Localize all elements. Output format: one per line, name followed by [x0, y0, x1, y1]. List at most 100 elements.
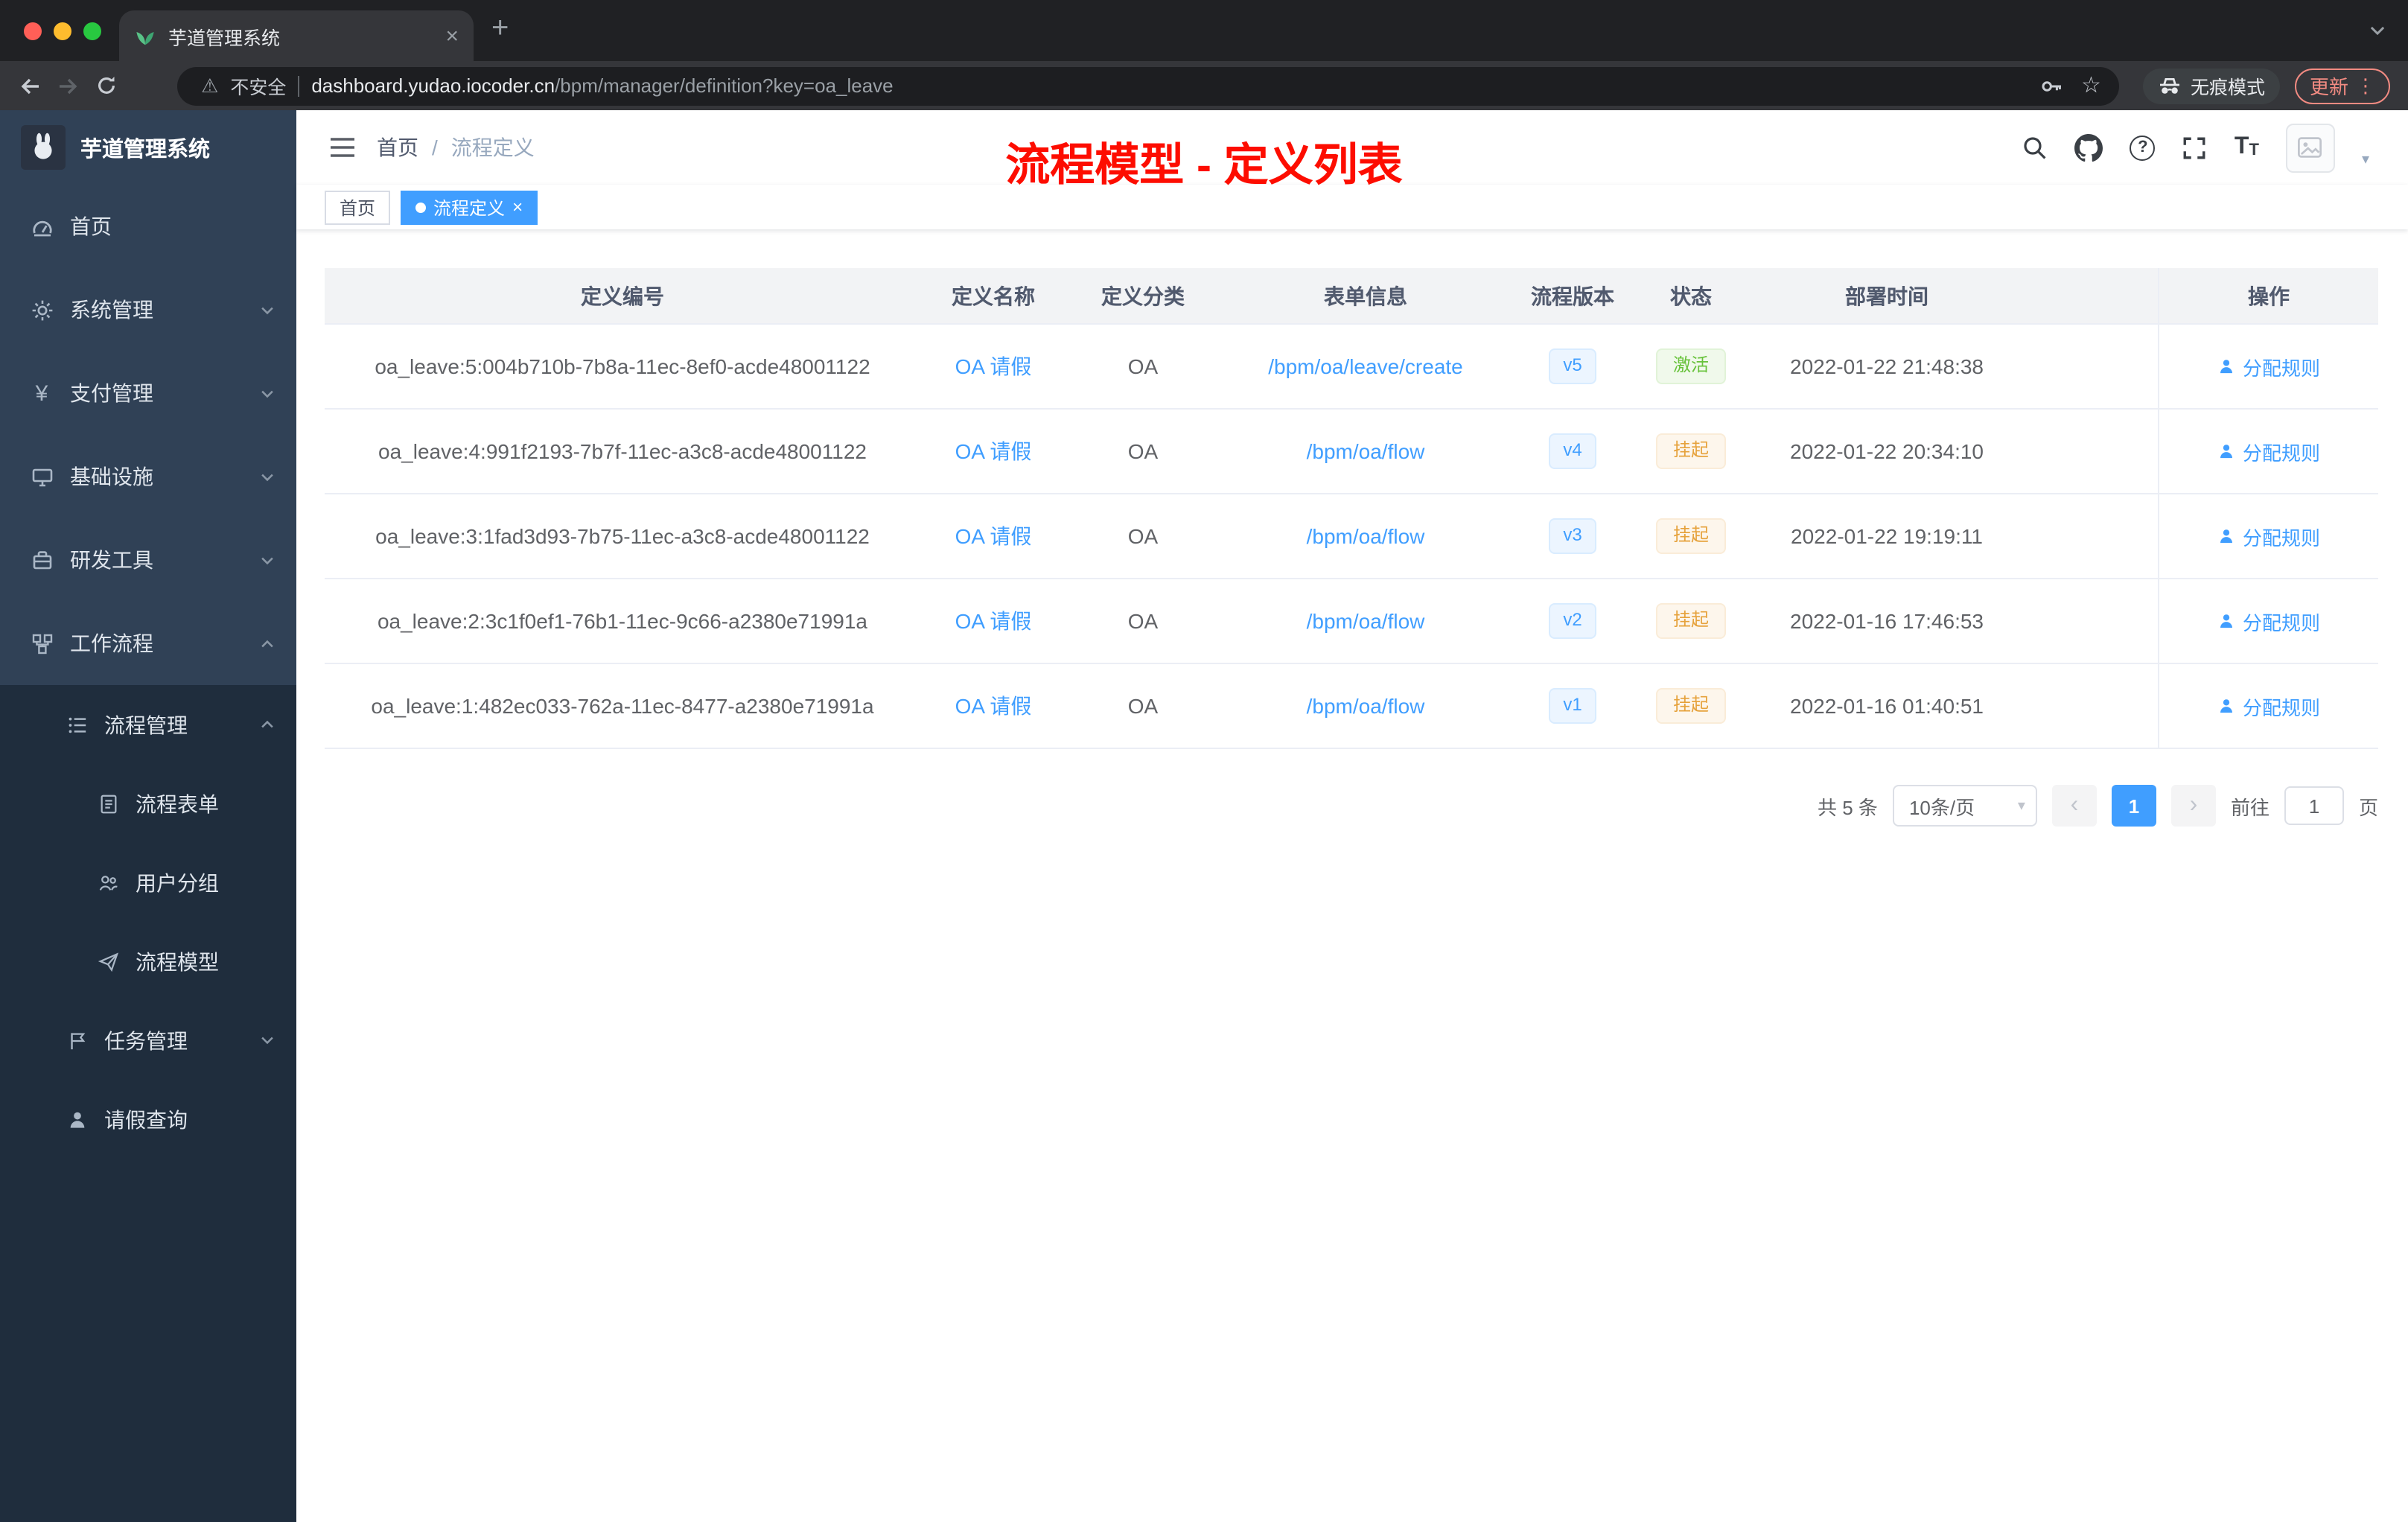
browser-toolbar: ⚠ 不安全 dashboard.yudao.iocoder.cn/bpm/man… [0, 61, 2408, 110]
fullscreen-icon[interactable] [2182, 135, 2208, 160]
forward-icon[interactable] [57, 74, 80, 98]
assign-rule-link[interactable]: 分配规则 [2217, 352, 2320, 380]
sidebar-item-payment[interactable]: ¥ 支付管理 [0, 351, 296, 435]
page-size-select[interactable]: 10条/页 ▾ [1892, 785, 2037, 827]
status-badge: 挂起 [1656, 433, 1725, 469]
sidebar-item-dev-tools[interactable]: 研发工具 [0, 518, 296, 602]
sidebar-item-label: 任务管理 [104, 1028, 188, 1052]
github-icon[interactable] [2074, 133, 2103, 162]
next-page-button[interactable]: › [2170, 785, 2216, 827]
assign-rule-link[interactable]: 分配规则 [2217, 522, 2320, 550]
sidebar-item-system[interactable]: 系统管理 [0, 268, 296, 351]
sidebar-item-process-form[interactable]: 流程表单 [0, 764, 296, 843]
person-icon [2220, 614, 2232, 628]
password-key-icon[interactable] [2039, 74, 2063, 98]
dashboard-icon [30, 215, 54, 238]
bookmark-star-icon[interactable]: ☆ [2081, 74, 2101, 97]
active-dot [415, 202, 427, 212]
window-minimize-button[interactable] [54, 22, 71, 39]
document-icon [97, 793, 121, 814]
definition-name-link[interactable]: OA 请假 [955, 606, 1032, 636]
sidebar-toggle-icon[interactable] [296, 136, 377, 159]
security-label: 不安全 [230, 77, 287, 98]
definition-name-link[interactable]: OA 请假 [955, 691, 1032, 721]
sidebar-item-leave-query[interactable]: 请假查询 [0, 1080, 296, 1159]
header-status: 状态 [1670, 284, 1712, 308]
form-link[interactable]: /bpm/oa/flow [1307, 524, 1425, 548]
tag-close-icon[interactable]: × [512, 198, 523, 216]
chevron-down-icon [259, 552, 275, 568]
cell-definition-id: oa_leave:4:991f2193-7b7f-11ec-a3c8-acde4… [378, 439, 867, 463]
sidebar-item-label: 用户分组 [136, 870, 219, 894]
cell-deploy-time: 2022-01-22 21:48:38 [1790, 354, 1984, 378]
assign-rule-link[interactable]: 分配规则 [2217, 692, 2320, 720]
window-zoom-button[interactable] [83, 22, 101, 39]
sidebar-item-label: 首页 [70, 214, 112, 238]
help-icon[interactable]: ? [2130, 135, 2156, 160]
sidebar-item-home[interactable]: 首页 [0, 185, 296, 268]
sidebar-item-infrastructure[interactable]: 基础设施 [0, 435, 296, 518]
chrome-update-button[interactable]: 更新 ⋮ [2294, 68, 2390, 104]
tag-home[interactable]: 首页 [325, 190, 391, 224]
assign-rule-link[interactable]: 分配规则 [2217, 437, 2320, 465]
header-definition-name: 定义名称 [952, 284, 1035, 308]
window-controls [0, 22, 101, 39]
reload-icon[interactable] [95, 74, 118, 97]
navbar: 首页 / 流程定义 ? TT ▾ [296, 110, 2408, 185]
url-text: dashboard.yudao.iocoder.cn/bpm/manager/d… [311, 74, 2028, 97]
version-badge: v4 [1548, 433, 1597, 469]
monitor-icon [30, 465, 54, 488]
toolbox-icon [30, 549, 54, 571]
person-icon [2220, 360, 2232, 374]
cell-category: OA [1127, 694, 1159, 718]
status-badge: 激活 [1656, 348, 1725, 384]
chevron-up-icon [259, 716, 275, 733]
current-page-button[interactable]: 1 [2111, 785, 2156, 827]
browser-menu-dots-icon[interactable]: ⋮ [2356, 74, 2375, 98]
search-icon[interactable] [2023, 135, 2048, 160]
sidebar: 芋道管理系统 首页 系统管理 ¥ 支付管理 基础设施 研发工具 工作流程 流程管… [0, 110, 296, 1522]
sidebar-item-user-group[interactable]: 用户分组 [0, 843, 296, 922]
sidebar-item-workflow[interactable]: 工作流程 [0, 602, 296, 685]
cell-filler [2025, 494, 2158, 578]
goto-page-input[interactable] [2284, 786, 2344, 825]
prev-page-button[interactable]: ‹ [2051, 785, 2097, 827]
cell-deploy-time: 2022-01-16 17:46:53 [1790, 609, 1984, 633]
page-content: 定义编号 定义名称 定义分类 表单信息 流程版本 状态 部署时间 操作 oa_l… [296, 229, 2408, 1522]
tab-search-chevron-icon[interactable] [2368, 21, 2387, 40]
sidebar-item-process-model[interactable]: 流程模型 [0, 922, 296, 1001]
tag-process-definition[interactable]: 流程定义 × [401, 190, 538, 224]
breadcrumb-current: 流程定义 [450, 136, 535, 159]
address-bar[interactable]: ⚠ 不安全 dashboard.yudao.iocoder.cn/bpm/man… [177, 66, 2119, 105]
tab-close-icon[interactable]: × [445, 25, 459, 47]
font-size-icon[interactable]: TT [2235, 135, 2259, 159]
browser-tab[interactable]: 芋道管理系统 × [119, 10, 474, 61]
select-caret-icon: ▾ [2017, 797, 2025, 814]
person-icon [2220, 699, 2232, 713]
new-tab-button[interactable]: + [491, 13, 509, 43]
back-icon[interactable] [18, 74, 42, 98]
definition-name-link[interactable]: OA 请假 [955, 521, 1032, 551]
avatar-caret-icon[interactable]: ▾ [2362, 151, 2369, 168]
table-row: oa_leave:1:482ec033-762a-11ec-8477-a2380… [325, 664, 2378, 749]
chevron-down-icon [259, 385, 275, 401]
assign-rule-link[interactable]: 分配规则 [2217, 607, 2320, 635]
window-close-button[interactable] [24, 22, 42, 39]
form-link[interactable]: /bpm/oa/leave/create [1268, 354, 1463, 378]
sidebar-logo: 芋道管理系统 [0, 110, 296, 185]
table-row: oa_leave:2:3c1f0ef1-76b1-11ec-9c66-a2380… [325, 579, 2378, 664]
sidebar-item-label: 支付管理 [70, 381, 153, 405]
sidebar-item-process-management[interactable]: 流程管理 [0, 685, 296, 764]
sidebar-item-task-management[interactable]: 任务管理 [0, 1001, 296, 1080]
status-badge: 挂起 [1656, 603, 1725, 639]
breadcrumb-home[interactable]: 首页 [377, 133, 418, 162]
definition-table: 定义编号 定义名称 定义分类 表单信息 流程版本 状态 部署时间 操作 oa_l… [325, 268, 2378, 749]
form-link[interactable]: /bpm/oa/flow [1307, 609, 1425, 633]
tag-label: 流程定义 [433, 197, 506, 218]
definition-name-link[interactable]: OA 请假 [955, 436, 1032, 466]
form-link[interactable]: /bpm/oa/flow [1307, 694, 1425, 718]
sidebar-item-label: 研发工具 [70, 548, 153, 572]
user-avatar[interactable] [2285, 123, 2335, 172]
definition-name-link[interactable]: OA 请假 [955, 351, 1032, 381]
form-link[interactable]: /bpm/oa/flow [1307, 439, 1425, 463]
